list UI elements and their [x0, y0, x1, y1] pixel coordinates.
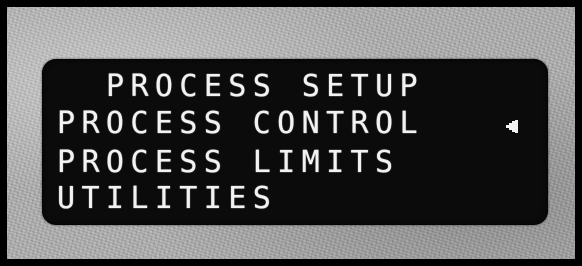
- menu-item-process-limits[interactable]: PROCESS LIMITS: [57, 145, 399, 181]
- selection-cursor-icon: [506, 120, 518, 133]
- lcd-screen: PROCESS SETUP PROCESS CONTROL PROCESS LI…: [42, 59, 548, 225]
- device-panel: PROCESS SETUP PROCESS CONTROL PROCESS LI…: [0, 0, 582, 266]
- menu-item-process-control[interactable]: PROCESS CONTROL: [57, 106, 424, 142]
- menu-title: PROCESS SETUP: [106, 69, 424, 104]
- menu-item-utilities[interactable]: UTILITIES: [57, 181, 277, 217]
